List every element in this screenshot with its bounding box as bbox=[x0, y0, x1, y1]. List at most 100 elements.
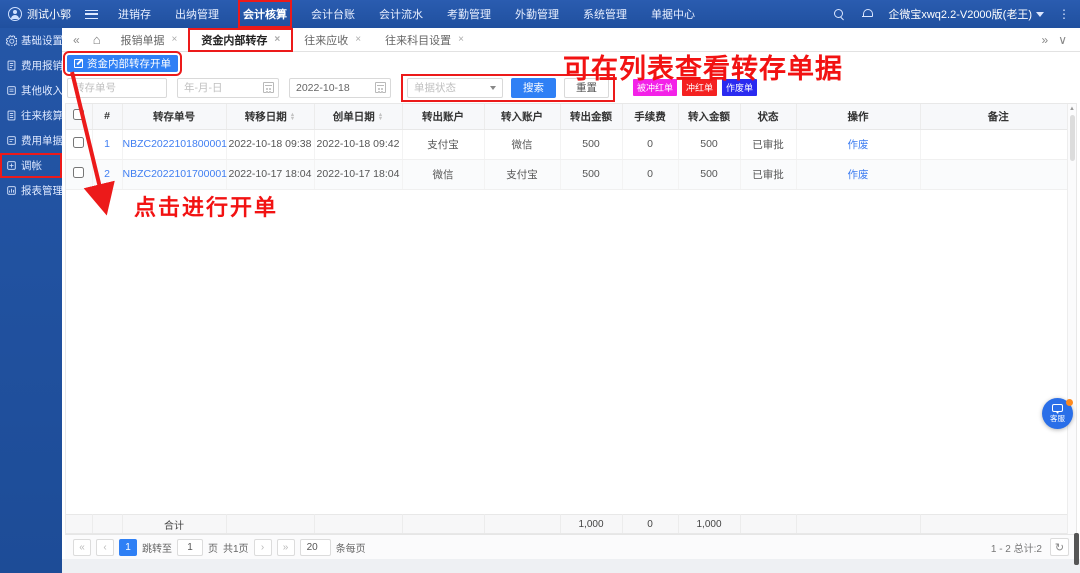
scroll-up-icon[interactable]: ▲ bbox=[1069, 106, 1075, 112]
menu-item-kuaiji-hesuan[interactable]: 会计核算 bbox=[241, 3, 289, 25]
order-no-link[interactable]: NBZC2022101700001 bbox=[123, 168, 228, 180]
status-select[interactable]: 单据状态 bbox=[407, 78, 503, 98]
out-amount-cell: 500 bbox=[560, 159, 622, 189]
sidebar-item-label: 费用报销 bbox=[21, 58, 63, 73]
sidebar-item-feiyong-baoxiao[interactable]: 费用报销 bbox=[0, 53, 62, 78]
tab-label: 报销单据 bbox=[121, 32, 165, 48]
pagination-right: 1 - 2 总计:2 ↻ bbox=[991, 538, 1069, 556]
menu-item-danju-zhongxin[interactable]: 单据中心 bbox=[649, 3, 697, 25]
last-page-button[interactable]: » bbox=[277, 539, 295, 556]
customer-service-button[interactable]: 客服 bbox=[1042, 398, 1073, 429]
current-page-button[interactable]: 1 bbox=[119, 539, 137, 556]
jump-page-input[interactable] bbox=[177, 539, 203, 556]
tab-label: 资金内部转存 bbox=[201, 32, 267, 48]
sidebar-item-baobiao-guanli[interactable]: 报表管理 bbox=[0, 178, 62, 203]
sidebar-item-tiaozhang[interactable]: 调帐 bbox=[0, 153, 62, 178]
jump-label: 跳转至 bbox=[142, 540, 172, 555]
void-action-link[interactable]: 作废 bbox=[848, 139, 869, 151]
notification-dot bbox=[1066, 399, 1073, 406]
tab-baoxiao-danju[interactable]: 报销单据 × bbox=[109, 29, 190, 51]
tab-zijin-neibu-zhuancun[interactable]: 资金内部转存 × bbox=[189, 29, 292, 51]
sidebar-item-wanglai-hesuan[interactable]: 往来核算 bbox=[0, 103, 62, 128]
brand[interactable]: 测试小郭 bbox=[0, 6, 81, 22]
col-status: 状态 bbox=[740, 104, 796, 129]
per-page-label: 条每页 bbox=[336, 540, 366, 555]
page-size-select[interactable]: 20 bbox=[300, 539, 331, 556]
sidebar-item-feiyong-danju[interactable]: 费用单据 bbox=[0, 128, 62, 153]
pagination-bar: « ‹ 1 跳转至 页 共1页 › » 20 条每页 1 - 2 总计:2 ↻ bbox=[65, 534, 1077, 559]
expand-tabs-icon[interactable]: » bbox=[1037, 33, 1054, 47]
bill-icon bbox=[6, 135, 17, 146]
refresh-icon[interactable]: ↻ bbox=[1050, 538, 1069, 556]
search-button[interactable]: 搜索 bbox=[511, 78, 556, 98]
transfer-table: # 转存单号 转移日期▲▼ 创单日期▲▼ 转出账户 转入账户 转出金额 手续费 … bbox=[66, 104, 1076, 190]
menu-item-kuaiji-taizhang[interactable]: 会计台账 bbox=[309, 3, 357, 25]
calendar-icon[interactable] bbox=[263, 82, 274, 93]
sidebar-item-qita-shouru[interactable]: 其他收入 bbox=[0, 78, 62, 103]
total-pages-label: 共1页 bbox=[223, 540, 249, 555]
hamburger-menu-icon[interactable] bbox=[85, 10, 98, 19]
close-icon[interactable]: × bbox=[172, 34, 178, 45]
close-icon[interactable]: × bbox=[458, 34, 464, 45]
close-icon[interactable]: × bbox=[274, 34, 280, 45]
tab-wanglai-kemu-shezhi[interactable]: 往来科目设置 × bbox=[373, 29, 476, 51]
remark-cell bbox=[920, 159, 1076, 189]
collapse-tabs-icon[interactable]: « bbox=[68, 33, 85, 47]
annotation-text-view-list: 可在列表查看转存单据 bbox=[563, 47, 843, 86]
sidebar-item-label: 其他收入 bbox=[21, 83, 63, 98]
col-transfer-date-label: 转移日期 bbox=[245, 111, 287, 123]
col-transfer-date[interactable]: 转移日期▲▼ bbox=[226, 104, 314, 129]
sort-icon[interactable]: ▲▼ bbox=[290, 113, 295, 121]
sidebar-item-label: 报表管理 bbox=[21, 183, 63, 198]
chat-bubble-icon bbox=[1052, 404, 1063, 412]
menu-item-waiqin[interactable]: 外勤管理 bbox=[513, 3, 561, 25]
order-no-link[interactable]: NBZC2022101800001 bbox=[123, 138, 228, 150]
table-row[interactable]: 2 NBZC2022101700001 2022-10-17 18:04 202… bbox=[66, 159, 1076, 189]
account-dropdown[interactable]: 企微宝xwq2.2-V2000版(老王) bbox=[888, 6, 1044, 22]
first-page-button[interactable]: « bbox=[73, 539, 91, 556]
prev-page-button[interactable]: ‹ bbox=[96, 539, 114, 556]
sidebar-item-jichu-shezhi[interactable]: 基础设置 bbox=[0, 28, 62, 53]
brand-label: 测试小郭 bbox=[27, 6, 71, 22]
main-area: « ⌂ 报销单据 × 资金内部转存 × 往来应收 × 往来科目设置 × » ∨ … bbox=[62, 28, 1080, 573]
customer-service-label: 客服 bbox=[1050, 413, 1065, 424]
home-icon[interactable]: ⌂ bbox=[85, 32, 109, 47]
account-label: 企微宝xwq2.2-V2000版(老王) bbox=[888, 6, 1032, 22]
menu-item-kuaiji-liushui[interactable]: 会计流水 bbox=[377, 3, 425, 25]
annotation-text-click-create: 点击进行开单 bbox=[134, 190, 278, 222]
tab-wanglai-yingshou[interactable]: 往来应收 × bbox=[292, 29, 373, 51]
table-scrollbar[interactable]: ▲ bbox=[1067, 104, 1076, 534]
page-size-value: 20 bbox=[307, 542, 318, 553]
sort-icon[interactable]: ▲▼ bbox=[378, 113, 383, 121]
notification-bell-icon[interactable] bbox=[860, 7, 874, 21]
next-page-button[interactable]: › bbox=[254, 539, 272, 556]
search-icon[interactable] bbox=[832, 7, 846, 21]
sidebar-item-label: 调帐 bbox=[21, 158, 42, 173]
table-row[interactable]: 1 NBZC2022101800001 2022-10-18 09:38 202… bbox=[66, 129, 1076, 159]
to-account-cell: 微信 bbox=[484, 129, 560, 159]
tab-label: 往来科目设置 bbox=[385, 32, 451, 48]
scrollbar-thumb[interactable] bbox=[1070, 115, 1075, 161]
record-range-label: 1 - 2 总计:2 bbox=[991, 540, 1042, 555]
col-create-date[interactable]: 创单日期▲▼ bbox=[314, 104, 402, 129]
total-fee: 0 bbox=[622, 515, 678, 534]
col-action: 操作 bbox=[796, 104, 920, 129]
col-to-account: 转入账户 bbox=[484, 104, 560, 129]
menu-item-chuna[interactable]: 出纳管理 bbox=[173, 3, 221, 25]
more-options-icon[interactable]: ⋮ bbox=[1058, 7, 1070, 21]
total-label: 合计 bbox=[122, 515, 226, 534]
window-scrollbar-thumb[interactable] bbox=[1074, 533, 1079, 565]
close-icon[interactable]: × bbox=[355, 34, 361, 45]
calendar-icon[interactable] bbox=[375, 82, 386, 93]
annotation-arrow bbox=[58, 64, 138, 224]
status-cell: 已审批 bbox=[740, 129, 796, 159]
sidebar-item-label: 往来核算 bbox=[21, 108, 63, 123]
menu-item-xitong[interactable]: 系统管理 bbox=[581, 3, 629, 25]
void-action-link[interactable]: 作废 bbox=[848, 169, 869, 181]
menu-item-jinxiaocun[interactable]: 进销存 bbox=[116, 3, 153, 25]
tab-list-chevron-icon[interactable]: ∨ bbox=[1053, 33, 1072, 47]
adjust-account-icon bbox=[6, 160, 17, 171]
chevron-down-icon bbox=[1036, 12, 1044, 17]
menu-item-kaoqin[interactable]: 考勤管理 bbox=[445, 3, 493, 25]
sidebar: 基础设置 费用报销 其他收入 往来核算 费用单据 调帐 报表管理 bbox=[0, 28, 62, 573]
